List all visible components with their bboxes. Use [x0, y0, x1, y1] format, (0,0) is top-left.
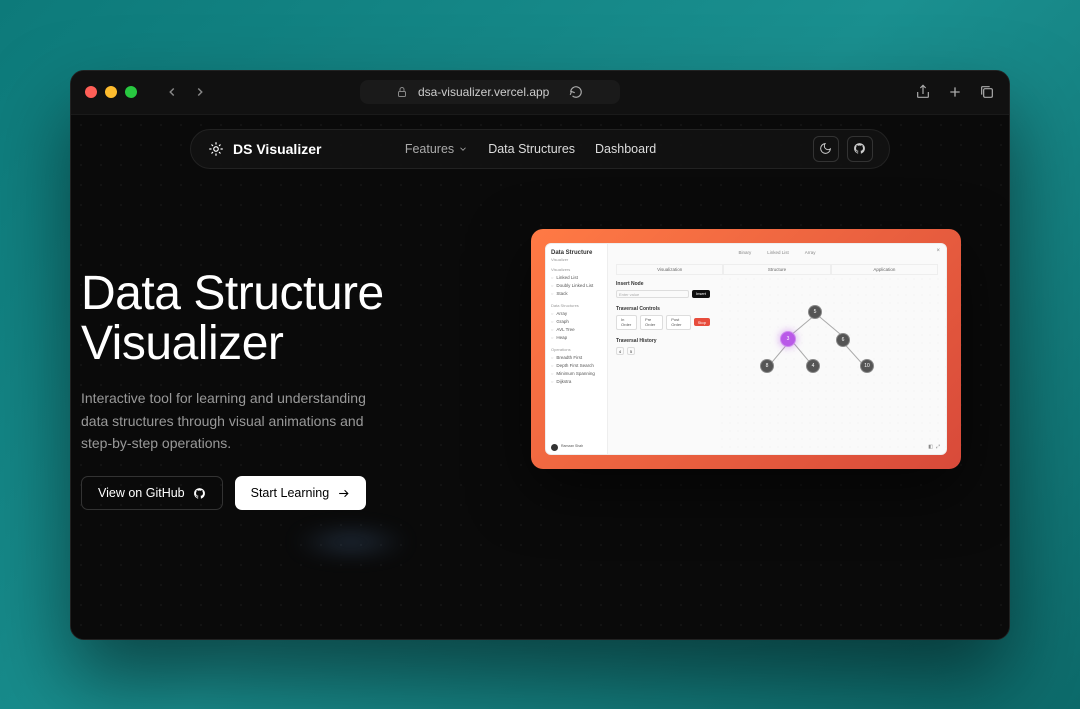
nav-data-structures[interactable]: Data Structures [488, 142, 575, 156]
sidebar-group-label: Operations [551, 347, 602, 352]
arrow-right-icon [337, 487, 350, 500]
hero-subtitle: Interactive tool for learning and unders… [81, 387, 381, 454]
cta-glow-decoration [291, 527, 411, 557]
tree-node: 6 [836, 333, 850, 347]
brand-name: DS Visualizer [233, 141, 321, 157]
sidebar-group-label: Data Structures [551, 303, 602, 308]
sidebar-item: Graph [551, 318, 602, 326]
tree-node-active: 3 [780, 331, 796, 347]
avatar [551, 444, 558, 451]
tree-node: 8 [760, 359, 774, 373]
tree-node: 10 [860, 359, 874, 373]
lock-icon [396, 86, 408, 98]
url-text: dsa-visualizer.vercel.app [418, 85, 549, 99]
sidebar-item: Doubly Linked List [551, 282, 602, 290]
preview-insert-input: Enter value [616, 290, 689, 298]
forward-icon[interactable] [193, 85, 207, 99]
github-button[interactable] [847, 136, 873, 162]
preview-footer-name: Ramzan Shah [561, 445, 583, 449]
hero-title: Data Structure Visualizer [81, 269, 501, 370]
back-icon[interactable] [165, 85, 179, 99]
preview-top-tabs: Binary Linked List Array [608, 244, 946, 261]
preview-tree-canvas: 5 3 6 8 4 10 ◧⤢ [718, 275, 946, 454]
nav-features[interactable]: Features [405, 142, 468, 156]
start-learning-button[interactable]: Start Learning [235, 476, 367, 510]
minimize-window-icon[interactable] [105, 86, 117, 98]
maximize-window-icon[interactable] [125, 86, 137, 98]
tabs-icon[interactable] [979, 84, 995, 100]
tree-node: 4 [806, 359, 820, 373]
close-window-icon[interactable] [85, 86, 97, 98]
preview-card: × Data Structure Visualizer VisualizersL… [531, 229, 961, 469]
share-icon[interactable] [915, 84, 931, 100]
theme-toggle-button[interactable] [813, 136, 839, 162]
sidebar-item: Breadth First [551, 354, 602, 362]
site-navbar: DS Visualizer Features Data Structures D… [190, 129, 890, 169]
sidebar-item: Minimum Spanning [551, 370, 602, 378]
address-bar[interactable]: dsa-visualizer.vercel.app [360, 80, 620, 104]
moon-icon [819, 142, 832, 155]
sidebar-item: Array [551, 310, 602, 318]
sidebar-item: AVL Tree [551, 326, 602, 334]
sidebar-item: Dijkstra [551, 378, 602, 386]
preview-controls: Insert Node Enter value Insert Traversal… [608, 275, 718, 454]
preview-insert-button: Insert [692, 290, 710, 298]
brand[interactable]: DS Visualizer [207, 140, 321, 158]
hero-section: Data Structure Visualizer Interactive to… [71, 169, 1009, 511]
sidebar-item: Linked List [551, 274, 602, 282]
brand-logo-icon [207, 140, 225, 158]
nav-dashboard[interactable]: Dashboard [595, 142, 656, 156]
browser-chrome: dsa-visualizer.vercel.app [71, 71, 1009, 115]
new-tab-icon[interactable] [947, 84, 963, 100]
reload-icon[interactable] [569, 85, 583, 99]
window-controls [85, 86, 137, 98]
tree-node: 5 [808, 305, 822, 319]
github-icon [193, 487, 206, 500]
browser-window: dsa-visualizer.vercel.app DS Visualizer … [70, 70, 1010, 640]
github-icon [853, 142, 866, 155]
preview-sidebar: Data Structure Visualizer VisualizersLin… [546, 244, 608, 454]
sidebar-item: Stack [551, 290, 602, 298]
preview-sub-tabs: Visualization Structure Application [608, 261, 946, 275]
sidebar-group-label: Visualizers [551, 267, 602, 272]
preview-close-icon: × [936, 248, 940, 254]
preview-app: × Data Structure Visualizer VisualizersL… [545, 243, 947, 455]
view-on-github-button[interactable]: View on GitHub [81, 476, 223, 510]
sidebar-item: Depth First Search [551, 362, 602, 370]
chevron-down-icon [458, 144, 468, 154]
page-content: DS Visualizer Features Data Structures D… [71, 115, 1009, 639]
sidebar-item: Heap [551, 334, 602, 342]
